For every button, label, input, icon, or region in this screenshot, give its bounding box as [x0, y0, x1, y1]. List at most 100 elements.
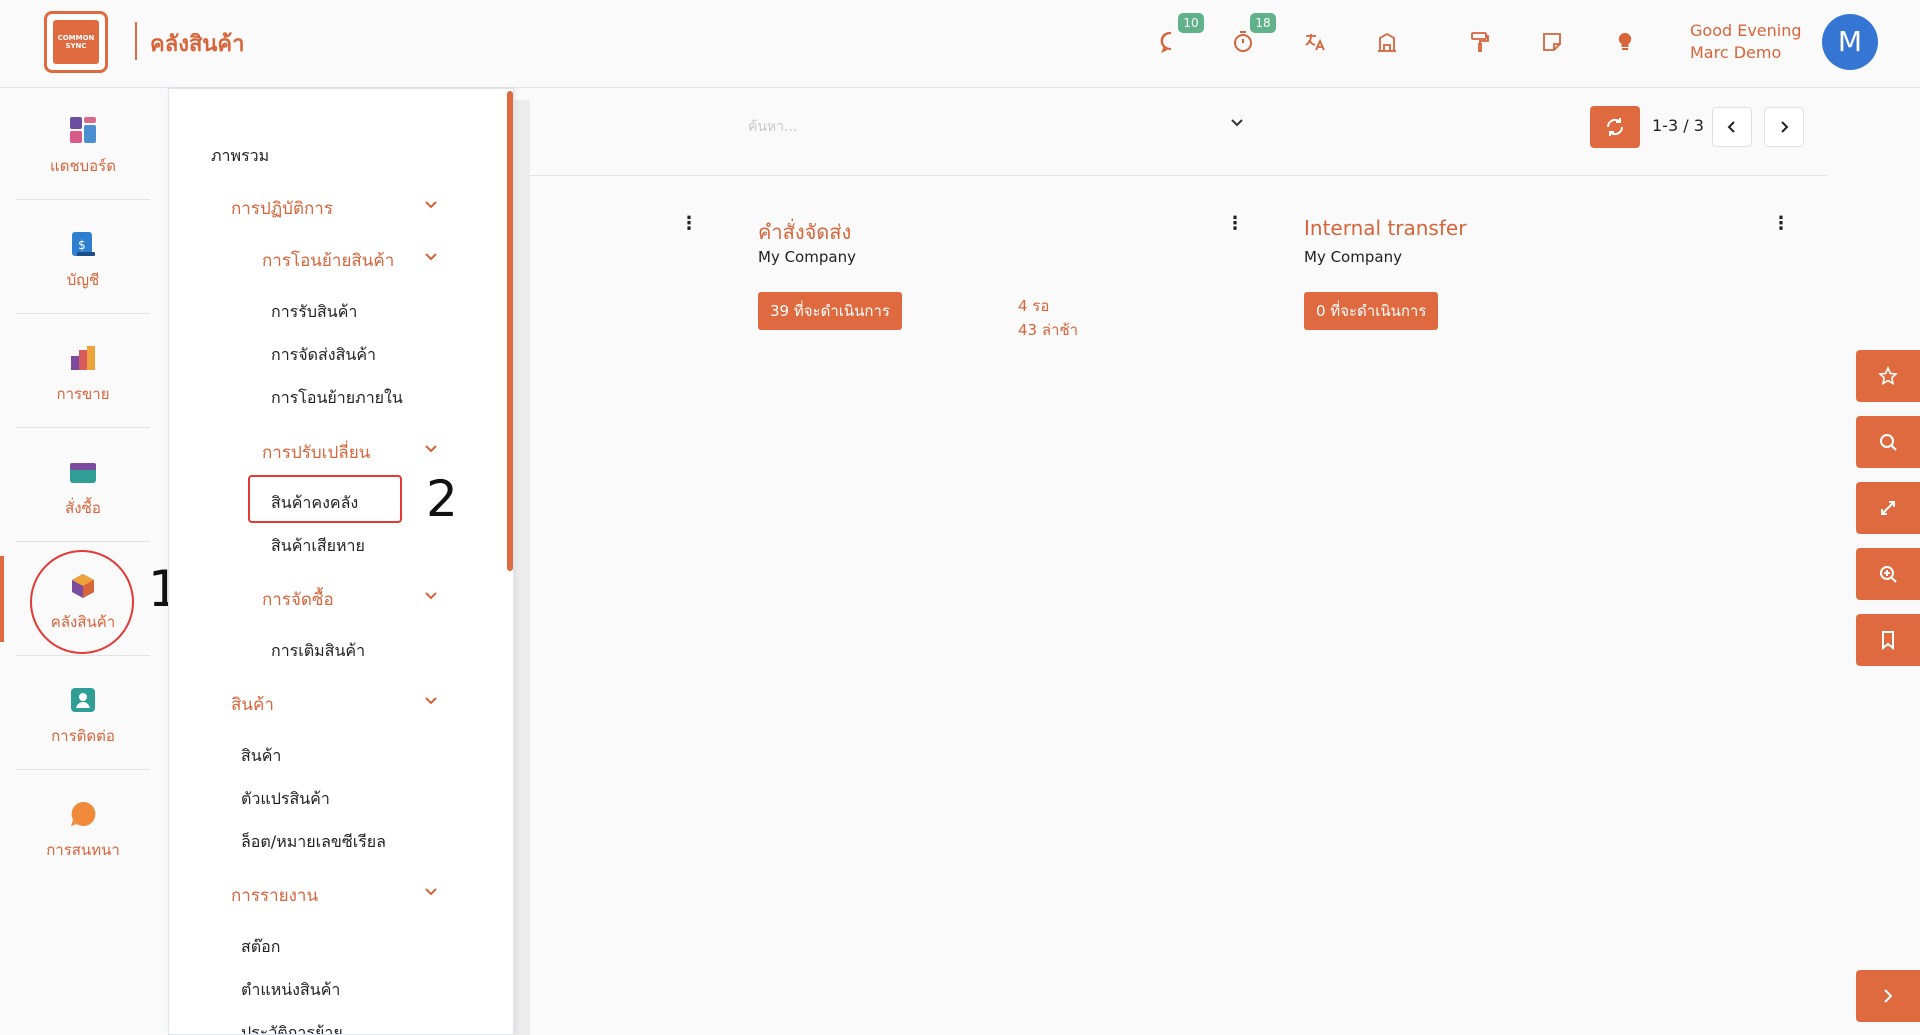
rail-item-discuss[interactable]: การสนทนา	[16, 772, 150, 884]
rail-item-sales[interactable]: การขาย	[16, 316, 150, 428]
dashboard-icon	[69, 116, 97, 144]
bookmark-button[interactable]	[1856, 614, 1920, 666]
refresh-button[interactable]	[1590, 106, 1640, 148]
chevron-left-icon	[1727, 121, 1735, 133]
rail-label: สั่งซื้อ	[65, 499, 101, 517]
paint-roller-icon[interactable]	[1466, 30, 1494, 58]
menu-item-lots-serials[interactable]: ล็อต/หมายเลขซีเรียล	[241, 830, 386, 855]
to-process-button[interactable]: 0 ที่จะดำเนินการ	[1304, 292, 1439, 330]
menu-item-locations[interactable]: ตำแหน่งสินค้า	[241, 978, 340, 1003]
menu-section-adjustments[interactable]: การปรับเปลี่ยน	[262, 439, 370, 466]
highlight-circle-inventory	[30, 550, 134, 654]
rail-label: การติดต่อ	[51, 727, 115, 745]
menu-section-transfers[interactable]: การโอนย้ายสินค้า	[262, 247, 394, 274]
rail-label: บัญชี	[66, 271, 100, 289]
menu-shadow	[514, 100, 530, 1035]
highlight-box-physical-inventory	[248, 475, 402, 523]
kebab-menu-icon[interactable]: ⋮	[680, 213, 698, 234]
rail-item-purchase[interactable]: สั่งซื้อ	[16, 430, 150, 542]
rail-label: การขาย	[56, 385, 110, 403]
messages-badge: 10	[1178, 13, 1204, 33]
chevron-down-icon[interactable]	[424, 249, 440, 265]
app-title: คลังสินค้า	[150, 32, 245, 57]
bookmark-icon	[1882, 631, 1894, 651]
accounting-icon: $	[69, 230, 97, 258]
search-input[interactable]: ค้นหา...	[748, 116, 797, 138]
logo-divider	[135, 22, 137, 60]
menu-section-reporting[interactable]: การรายงาน	[231, 882, 318, 909]
to-process-button[interactable]: 39 ที่จะดำเนินการ	[758, 292, 902, 330]
menu-scrollbar[interactable]	[507, 91, 513, 571]
chevron-down-icon[interactable]	[424, 588, 440, 604]
inventory-dropdown-menu: ภาพรวม การปฏิบัติการ การโอนย้ายสินค้า กา…	[168, 88, 514, 1035]
contacts-icon	[69, 686, 97, 714]
rail-item-accounting[interactable]: $ บัญชี	[16, 202, 150, 314]
rail-item-dashboard[interactable]: แดชบอร์ด	[16, 88, 150, 200]
company-building-icon[interactable]	[1373, 30, 1401, 58]
active-app-indicator	[0, 556, 4, 642]
rail-label: แดชบอร์ด	[50, 157, 116, 175]
purchase-card-icon	[69, 458, 97, 486]
app-logo[interactable]: COMMON SYNC	[44, 11, 108, 73]
logo-text: COMMON SYNC	[53, 20, 99, 64]
search-toggle-chevron-icon[interactable]	[1230, 114, 1244, 133]
pager-next-button[interactable]	[1764, 107, 1804, 147]
user-greeting: Good Evening Marc Demo	[1690, 20, 1802, 64]
pager-value[interactable]: 1-3 / 3	[1652, 116, 1704, 135]
top-bar: COMMON SYNC คลังสินค้า 10 18 Good Evenin…	[0, 0, 1920, 88]
card-title[interactable]: Internal transfer	[1304, 216, 1466, 240]
kebab-menu-icon[interactable]: ⋮	[1772, 213, 1790, 234]
card-company: My Company	[758, 248, 856, 266]
menu-section-operations[interactable]: การปฏิบัติการ	[231, 195, 333, 222]
discuss-bubble-icon	[69, 800, 97, 828]
menu-item-scrap[interactable]: สินค้าเสียหาย	[271, 534, 365, 559]
menu-item-deliveries[interactable]: การจัดส่งสินค้า	[271, 343, 376, 368]
stopwatch-icon[interactable]	[1229, 30, 1257, 58]
zoom-button[interactable]	[1856, 548, 1920, 600]
star-icon	[1878, 365, 1898, 386]
menu-item-replenishment[interactable]: การเติมสินค้า	[271, 639, 365, 664]
kebab-menu-icon[interactable]: ⋮	[1226, 213, 1244, 234]
pager-previous-button[interactable]	[1712, 107, 1752, 147]
chevron-down-icon[interactable]	[424, 884, 440, 900]
chevron-right-icon	[1781, 121, 1789, 133]
user-name: Marc Demo	[1690, 43, 1782, 62]
svg-text:$: $	[78, 238, 86, 252]
search-icon	[1880, 434, 1897, 451]
expand-panel-button[interactable]	[1856, 970, 1920, 1022]
menu-item-overview[interactable]: ภาพรวม	[211, 144, 269, 169]
refresh-icon	[1606, 118, 1624, 136]
lightbulb-icon[interactable]	[1611, 30, 1639, 58]
step-number-2: 2	[426, 470, 458, 528]
chevron-right-icon	[1884, 989, 1893, 1003]
menu-section-products[interactable]: สินค้า	[231, 691, 274, 718]
sales-icon	[69, 344, 97, 372]
menu-item-receipts[interactable]: การรับสินค้า	[271, 300, 357, 325]
menu-item-internal-transfers[interactable]: การโอนย้ายภายใน	[271, 386, 403, 411]
rail-item-contacts[interactable]: การติดต่อ	[16, 658, 150, 770]
avatar[interactable]: M	[1822, 14, 1878, 70]
toolbar-divider	[530, 175, 1827, 176]
chevron-down-icon[interactable]	[424, 197, 440, 213]
sticky-note-icon[interactable]	[1538, 30, 1566, 58]
favorite-star-button[interactable]	[1856, 350, 1920, 402]
waiting-count-link[interactable]: 4 รอ	[1018, 294, 1049, 318]
zoom-in-icon	[1880, 566, 1897, 583]
fullscreen-button[interactable]	[1856, 482, 1920, 534]
late-count-link[interactable]: 43 ล่าช้า	[1018, 318, 1078, 342]
chevron-down-icon[interactable]	[424, 441, 440, 457]
greeting-text: Good Evening	[1690, 21, 1802, 40]
menu-item-variants[interactable]: ตัวแปรสินค้า	[241, 787, 330, 812]
card-title[interactable]: คำสั่งจัดส่ง	[758, 216, 851, 248]
menu-section-procurement[interactable]: การจัดซื้อ	[262, 586, 334, 613]
rail-label: การสนทนา	[46, 841, 120, 859]
translate-icon[interactable]	[1301, 30, 1329, 58]
chat-icon[interactable]	[1157, 30, 1185, 58]
menu-item-moves-history[interactable]: ประวัติการย้าย	[241, 1021, 343, 1034]
activities-badge: 18	[1250, 13, 1276, 33]
card-company: My Company	[1304, 248, 1402, 266]
menu-item-products[interactable]: สินค้า	[241, 744, 281, 769]
quick-search-button[interactable]	[1856, 416, 1920, 468]
menu-item-stock[interactable]: สต๊อก	[241, 935, 280, 960]
chevron-down-icon[interactable]	[424, 693, 440, 709]
